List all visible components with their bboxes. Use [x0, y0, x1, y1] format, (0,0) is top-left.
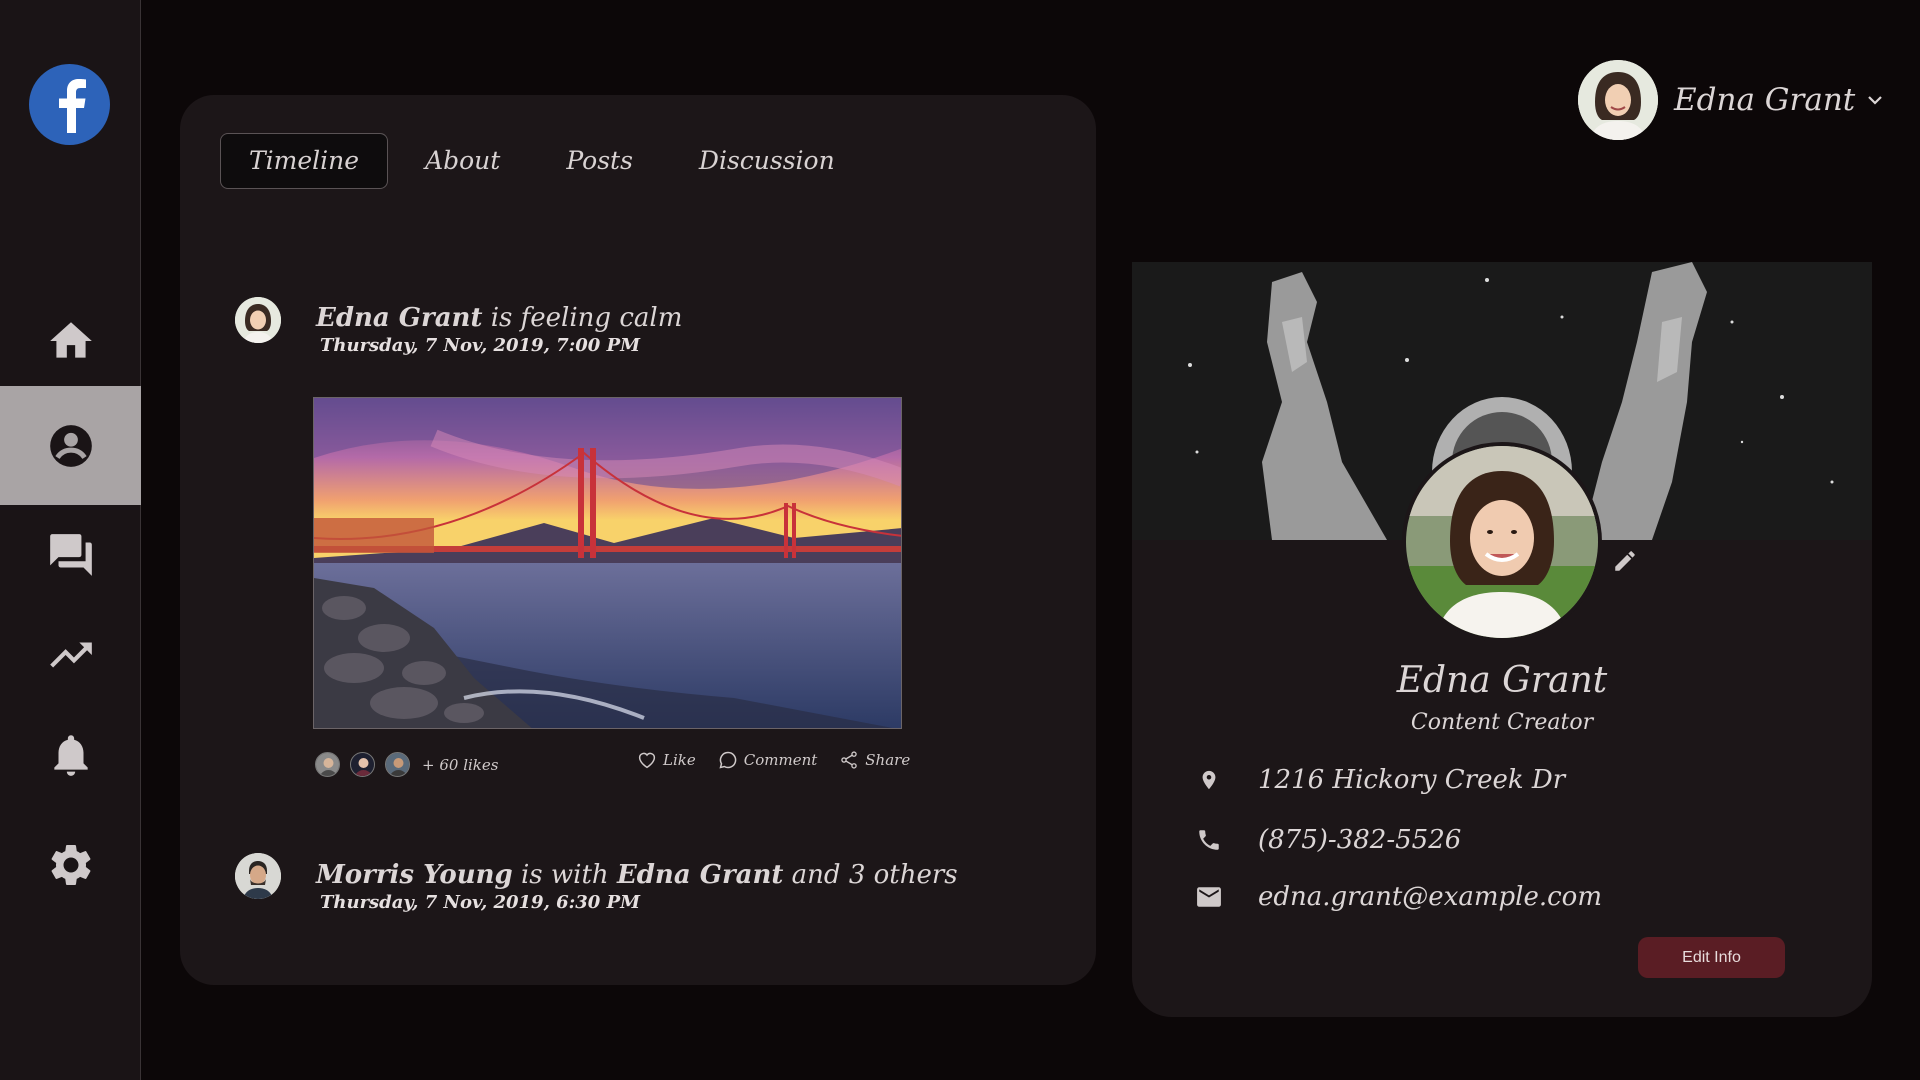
chevron-down-icon [1868, 96, 1883, 105]
comment-label: Comment [743, 751, 818, 769]
tab-posts[interactable]: Posts [537, 133, 662, 189]
timeline-card: Timeline About Posts Discussion Edna Gra… [180, 95, 1096, 985]
share-label: Share [865, 751, 911, 769]
home-icon [49, 322, 92, 358]
sidebar-item-profile[interactable] [0, 386, 141, 505]
share-button[interactable]: Share [839, 750, 910, 770]
post-header: Edna Grant is feeling calm [316, 303, 682, 333]
mail-icon [1197, 887, 1221, 907]
facebook-f-icon [58, 78, 86, 133]
post-author-name[interactable]: Morris Young [316, 860, 513, 890]
likes-row[interactable]: + 60 likes [315, 752, 498, 777]
post-feeling: is feeling calm [490, 303, 683, 333]
post-author-avatar[interactable] [235, 853, 281, 899]
sidebar-item-notifications[interactable] [0, 700, 141, 810]
liker-avatar [315, 752, 340, 777]
comment-icon [719, 751, 737, 769]
address-text: 1216 Hickory Creek Dr [1258, 765, 1566, 795]
trending-icon [49, 642, 92, 668]
edit-info-button[interactable]: Edit Info [1638, 937, 1785, 978]
gear-icon [51, 845, 90, 885]
post-header: Morris Young is with Edna Grant and 3 ot… [316, 860, 958, 890]
email-row: edna.grant@example.com [1194, 882, 1602, 912]
bell-icon [53, 735, 88, 776]
likes-count[interactable]: + 60 likes [422, 756, 498, 774]
comment-button[interactable]: Comment [718, 750, 818, 770]
email-text[interactable]: edna.grant@example.com [1258, 882, 1602, 912]
post-author-name[interactable]: Edna Grant [316, 303, 482, 333]
sidebar-item-messages[interactable] [0, 500, 141, 610]
location-pin-icon [1202, 770, 1216, 790]
facebook-logo[interactable] [29, 64, 110, 145]
address-row: 1216 Hickory Creek Dr [1194, 765, 1565, 795]
post-author-avatar[interactable] [235, 297, 281, 343]
tab-discussion[interactable]: Discussion [670, 133, 864, 189]
account-icon [49, 424, 92, 467]
tab-timeline[interactable]: Timeline [220, 133, 389, 189]
post-image[interactable] [313, 397, 902, 729]
phone-icon [1199, 830, 1219, 850]
chat-icon [49, 534, 92, 576]
tagged-user[interactable]: Edna Grant [617, 860, 783, 890]
profile-photo[interactable] [1402, 442, 1602, 642]
tagged-others[interactable]: and 3 others [792, 860, 958, 890]
profile-role: Content Creator [1410, 710, 1594, 735]
like-button[interactable]: Like [637, 751, 696, 769]
sidebar [0, 0, 141, 1080]
account-menu[interactable]: Edna Grant [1578, 60, 1883, 140]
user-name: Edna Grant [1674, 82, 1856, 118]
edit-pencil-icon[interactable] [1612, 548, 1638, 574]
heart-icon [638, 752, 656, 769]
post-date: Thursday, 7 Nov, 2019, 7:00 PM [320, 335, 641, 356]
like-label: Like [663, 751, 696, 769]
tab-about[interactable]: About [396, 133, 529, 189]
liker-avatar [350, 752, 375, 777]
post-date: Thursday, 7 Nov, 2019, 6:30 PM [320, 892, 641, 913]
phone-text: (875)-382-5526 [1258, 825, 1462, 855]
sidebar-item-settings[interactable] [0, 810, 141, 920]
sidebar-item-trending[interactable] [0, 600, 141, 710]
post-with-text: is with [520, 860, 609, 890]
post-actions: Like Comment Share [637, 750, 932, 770]
profile-name: Edna Grant [1396, 660, 1608, 701]
profile-card: Edna Grant Content Creator 1216 Hickory … [1132, 262, 1872, 1017]
sidebar-item-home[interactable] [0, 286, 141, 396]
avatar [1578, 60, 1658, 140]
liker-avatar [385, 752, 410, 777]
phone-row: (875)-382-5526 [1194, 825, 1461, 855]
share-icon [841, 751, 858, 769]
profile-tabs: Timeline About Posts Discussion [220, 133, 872, 189]
